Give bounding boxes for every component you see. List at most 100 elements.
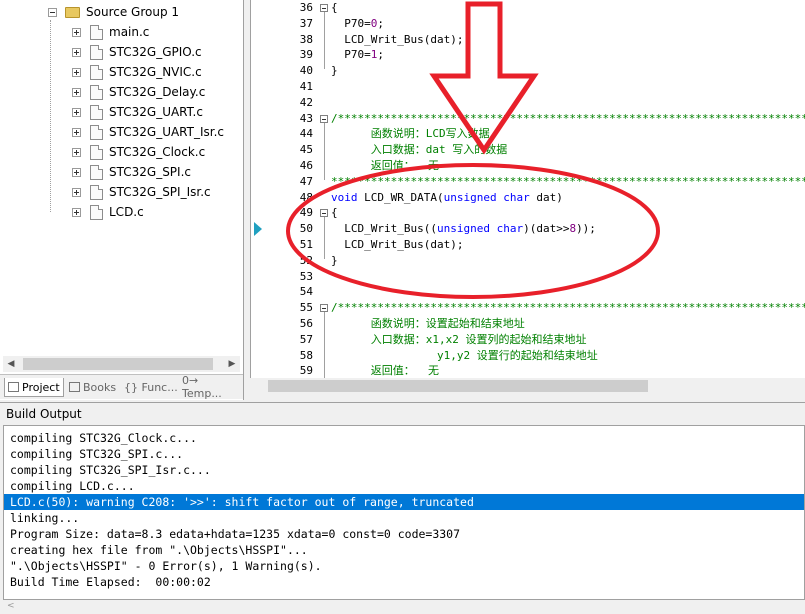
build-output-line[interactable]: compiling STC32G_SPI_Isr.c... xyxy=(10,462,211,478)
build-output-line[interactable]: ".\Objects\HSSPI" - 0 Error(s), 1 Warnin… xyxy=(10,558,322,574)
line-number: 45 xyxy=(299,143,313,157)
expand-toggle-icon[interactable] xyxy=(72,67,81,77)
code-line[interactable]: LCD_Writ_Bus(dat); xyxy=(331,237,463,253)
tab-templates[interactable]: 0→ Temp... xyxy=(182,374,240,400)
build-output-line[interactable]: Build Time Elapsed: 00:00:02 xyxy=(10,574,211,590)
expand-toggle-icon[interactable] xyxy=(72,27,81,37)
expand-toggle-icon[interactable] xyxy=(72,147,81,157)
current-line-marker-icon xyxy=(254,222,262,236)
file-node[interactable]: STC32G_SPI_Isr.c xyxy=(72,182,211,202)
project-horizontal-scrollbar[interactable]: ◀ ▶ xyxy=(3,356,240,372)
fold-toggle-icon[interactable] xyxy=(320,304,328,313)
file-label: STC32G_NVIC.c xyxy=(109,65,202,79)
line-number: 55 xyxy=(299,301,313,315)
build-output-line[interactable]: compiling LCD.c... xyxy=(10,478,135,494)
file-node[interactable]: STC32G_Clock.c xyxy=(72,142,205,162)
expand-toggle-icon[interactable] xyxy=(72,47,81,57)
tab-functions[interactable]: {} Func... xyxy=(124,378,180,396)
tab-project[interactable]: Project xyxy=(4,378,64,397)
code-line[interactable]: { xyxy=(331,0,338,16)
code-line[interactable]: } xyxy=(331,253,338,269)
line-number: 56 xyxy=(299,317,313,330)
file-node[interactable]: STC32G_Delay.c xyxy=(72,82,205,102)
fold-toggle-icon[interactable] xyxy=(320,209,328,218)
code-line[interactable]: 函数说明：LCD写入数据 xyxy=(331,126,490,142)
code-line[interactable]: 返回值： 无 xyxy=(331,363,439,378)
code-line[interactable]: 函数说明：设置起始和结束地址 xyxy=(331,316,525,332)
fold-toggle-icon[interactable] xyxy=(320,114,328,123)
file-node[interactable]: STC32G_UART.c xyxy=(72,102,203,122)
expand-toggle-icon[interactable] xyxy=(72,187,81,197)
line-number: 50 xyxy=(299,222,313,236)
expand-toggle-icon[interactable] xyxy=(72,87,81,97)
line-number: 38 xyxy=(299,32,313,46)
project-icon xyxy=(8,382,19,392)
file-node[interactable]: main.c xyxy=(72,22,149,42)
code-line[interactable]: } xyxy=(331,63,338,79)
expand-toggle-icon[interactable] xyxy=(72,207,81,217)
scroll-left-icon[interactable]: ◀ xyxy=(3,356,19,372)
code-line[interactable]: y1,y2 设置行的起始和结束地址 xyxy=(331,348,598,364)
code-line[interactable]: ****************************************… xyxy=(331,174,805,190)
line-number: 54 xyxy=(299,285,313,299)
code-line[interactable]: LCD_Writ_Bus(dat); xyxy=(331,32,463,48)
books-icon xyxy=(69,382,80,392)
line-number: 37 xyxy=(299,16,313,30)
code-line[interactable]: void LCD_WR_DATA(unsigned char dat) xyxy=(331,190,563,206)
file-label: main.c xyxy=(109,25,150,39)
file-node[interactable]: LCD.c xyxy=(72,202,144,222)
build-output-line[interactable]: creating hex file from ".\Objects\HSSPI"… xyxy=(10,542,308,558)
file-node[interactable]: STC32G_NVIC.c xyxy=(72,62,202,82)
build-output-title: Build Output xyxy=(6,407,82,421)
line-number: 49 xyxy=(299,206,313,220)
code-line[interactable]: 返回值： 无 xyxy=(331,158,439,174)
c-file-icon xyxy=(90,144,103,160)
code-line[interactable]: P70=0; xyxy=(331,16,384,32)
expand-toggle-icon[interactable] xyxy=(72,167,81,177)
code-line[interactable]: /***************************************… xyxy=(331,300,805,316)
code-line[interactable]: 入口数据：x1,x2 设置列的起始和结束地址 xyxy=(331,332,587,348)
fold-line xyxy=(324,12,325,70)
line-number: 47 xyxy=(299,174,313,188)
expand-toggle-icon[interactable] xyxy=(72,107,81,117)
line-number: 40 xyxy=(299,64,313,78)
tab-books[interactable]: Books xyxy=(66,378,120,396)
expand-toggle-icon[interactable] xyxy=(72,127,81,137)
code-line[interactable]: LCD_Writ_Bus((unsigned char)(dat>>8)); xyxy=(331,221,596,237)
scroll-right-icon[interactable]: ▶ xyxy=(224,356,240,372)
c-file-icon xyxy=(90,204,103,220)
code-line[interactable]: P70=1; xyxy=(331,47,384,63)
code-editor[interactable]: 36 {37 P70=0; 38 LCD_Writ_Bus(dat); 39 P70=… xyxy=(250,0,805,378)
file-label: STC32G_GPIO.c xyxy=(109,45,202,59)
line-number: 52 xyxy=(299,253,313,267)
build-output-panel[interactable]: compiling STC32G_Clock.c... compiling STC… xyxy=(3,425,805,600)
file-label: STC32G_SPI_Isr.c xyxy=(109,185,211,199)
fold-toggle-icon[interactable] xyxy=(320,4,328,12)
editor-scroll-thumb[interactable] xyxy=(268,380,648,392)
file-label: STC32G_SPI.c xyxy=(109,165,191,179)
editor-horizontal-scrollbar[interactable] xyxy=(250,378,805,394)
build-output-line[interactable]: linking... xyxy=(10,510,79,526)
collapse-toggle-icon[interactable] xyxy=(48,7,57,17)
line-number: 43 xyxy=(299,111,313,125)
code-line[interactable]: 入口数据：dat 写入的数据 xyxy=(331,142,508,158)
code-line[interactable]: { xyxy=(331,205,338,221)
line-number: 42 xyxy=(299,95,313,109)
line-number: 59 xyxy=(299,364,313,378)
build-output-line[interactable]: compiling STC32G_Clock.c... xyxy=(10,430,197,446)
build-horizontal-scrollbar[interactable]: < xyxy=(3,600,805,614)
file-node[interactable]: STC32G_UART_Isr.c xyxy=(72,122,224,142)
fold-line xyxy=(324,217,325,259)
build-warning-line[interactable]: LCD.c(50): warning C208: '>>': shift fac… xyxy=(4,494,804,510)
source-group-node[interactable]: Source Group 1 xyxy=(48,2,179,22)
line-number: 41 xyxy=(299,80,313,93)
scroll-left-icon[interactable]: < xyxy=(7,601,15,611)
build-output-line[interactable]: Program Size: data=8.3 edata+hdata=1235 … xyxy=(10,526,460,542)
code-line[interactable]: /***************************************… xyxy=(331,111,805,127)
file-node[interactable]: STC32G_GPIO.c xyxy=(72,42,202,62)
build-output-line[interactable]: compiling STC32G_SPI.c... xyxy=(10,446,183,462)
scroll-thumb[interactable] xyxy=(23,358,213,370)
file-label: STC32G_Clock.c xyxy=(109,145,206,159)
file-node[interactable]: STC32G_SPI.c xyxy=(72,162,191,182)
file-label: STC32G_Delay.c xyxy=(109,85,206,99)
